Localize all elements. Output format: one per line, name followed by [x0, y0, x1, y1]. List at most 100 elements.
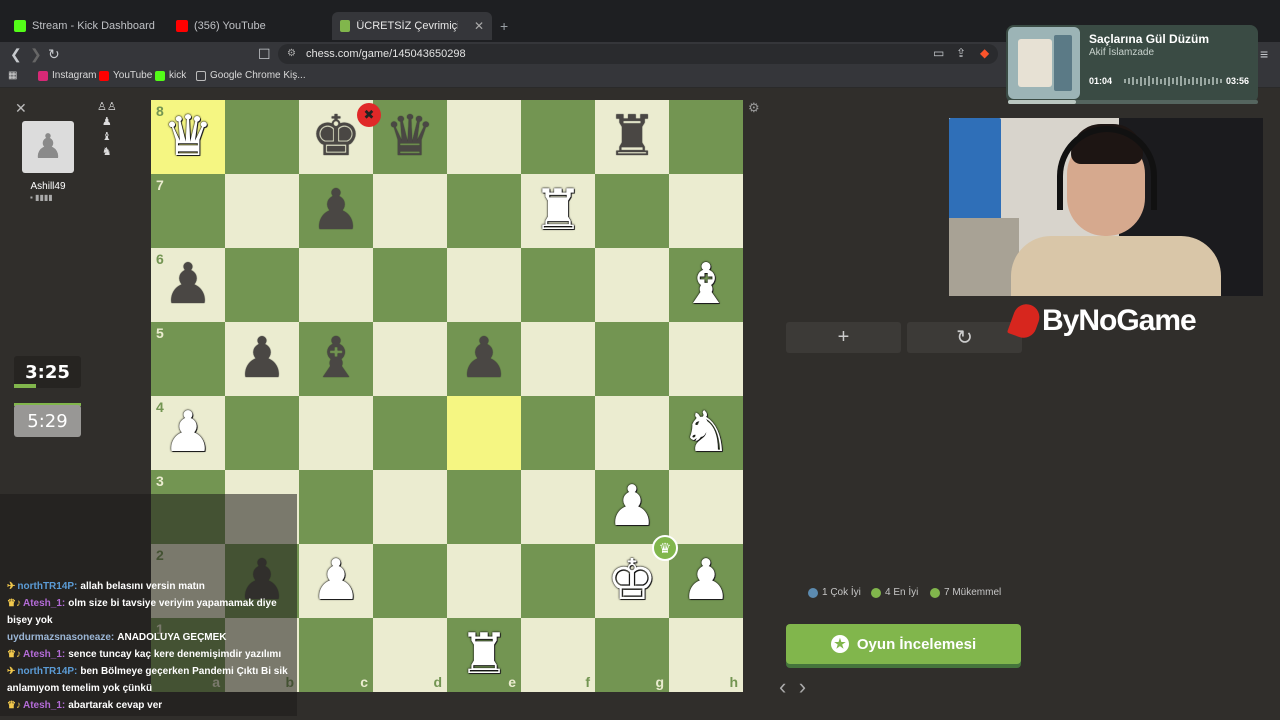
piece-h2[interactable]: ♟ [681, 553, 731, 609]
square-g4[interactable] [595, 396, 669, 470]
share-icon[interactable]: ⇪ [956, 46, 966, 60]
bookmark-folder[interactable]: Google Chrome Kiş... [196, 70, 306, 81]
square-e5[interactable]: ♟ [447, 322, 521, 396]
screen-icon[interactable]: ▭ [933, 46, 944, 60]
square-f6[interactable] [521, 248, 595, 322]
square-e3[interactable] [447, 470, 521, 544]
square-d6[interactable] [373, 248, 447, 322]
piece-a4[interactable]: ♟ [163, 405, 213, 461]
square-d1[interactable]: d [373, 618, 447, 692]
square-d3[interactable] [373, 470, 447, 544]
square-c5[interactable]: ♝ [299, 322, 373, 396]
next-move-icon[interactable]: › [799, 674, 806, 699]
square-a5[interactable]: 5 [151, 322, 225, 396]
players-icon[interactable]: ♙♙ [97, 100, 117, 115]
square-d2[interactable] [373, 544, 447, 618]
square-d8[interactable]: ♛ [373, 100, 447, 174]
square-f1[interactable]: f [521, 618, 595, 692]
square-d7[interactable] [373, 174, 447, 248]
apps-icon[interactable]: ▦ [8, 70, 17, 81]
square-f8[interactable] [521, 100, 595, 174]
square-a4[interactable]: 4 ♟ [151, 396, 225, 470]
pawn-icon[interactable]: ♟ [97, 115, 117, 130]
reload-icon[interactable]: ↻ [48, 46, 60, 63]
board-settings-icon[interactable]: ⚙ [748, 100, 760, 116]
square-g7[interactable] [595, 174, 669, 248]
knight-icon[interactable]: ♞ [97, 145, 117, 160]
square-g5[interactable] [595, 322, 669, 396]
new-game-button[interactable]: + [786, 322, 901, 353]
rematch-button[interactable]: ↻ [907, 322, 1022, 353]
square-g1[interactable]: g [595, 618, 669, 692]
menu-icon[interactable]: ≡ [1260, 46, 1268, 62]
square-b8[interactable] [225, 100, 299, 174]
square-e2[interactable] [447, 544, 521, 618]
square-d4[interactable] [373, 396, 447, 470]
piece-e1[interactable]: ♜ [459, 627, 509, 683]
chat-username[interactable]: Atesh_1: [23, 598, 65, 609]
square-c4[interactable] [299, 396, 373, 470]
square-f4[interactable] [521, 396, 595, 470]
piece-c2[interactable]: ♟ [311, 553, 361, 609]
square-f5[interactable] [521, 322, 595, 396]
piece-a8[interactable]: ♛ [163, 109, 213, 165]
square-a7[interactable]: 7 [151, 174, 225, 248]
piece-h6[interactable]: ♝ [681, 257, 731, 313]
bookmark-icon[interactable]: ☐ [258, 46, 271, 63]
square-h6[interactable]: ♝ [669, 248, 743, 322]
chat-username[interactable]: northTR14P: [17, 666, 77, 677]
square-g8[interactable]: ♜ [595, 100, 669, 174]
bookmark-youtube[interactable]: YouTube [99, 70, 152, 81]
chat-username[interactable]: Atesh_1: [23, 700, 65, 711]
forward-icon[interactable]: ❯ [30, 46, 42, 63]
square-c6[interactable] [299, 248, 373, 322]
url-field[interactable]: ⚙ chess.com/game/145043650298 [278, 44, 998, 64]
square-e6[interactable] [447, 248, 521, 322]
chat-username[interactable]: northTR14P: [17, 581, 77, 592]
square-f7[interactable]: ♜ [521, 174, 595, 248]
piece-g3[interactable]: ♟ [607, 479, 657, 535]
tab-chess[interactable]: ÜCRETSİZ Çevrimiçi Satranç Oyn ✕ [332, 12, 492, 40]
square-b5[interactable]: ♟ [225, 322, 299, 396]
piece-f7[interactable]: ♜ [533, 183, 583, 239]
tab-kick-dashboard[interactable]: Stream - Kick Dashboard [6, 14, 163, 38]
square-c2[interactable]: ♟ [299, 544, 373, 618]
square-h3[interactable] [669, 470, 743, 544]
square-c1[interactable]: c [299, 618, 373, 692]
prev-move-icon[interactable]: ‹ [779, 674, 786, 699]
game-review-button[interactable]: ★ Oyun İncelemesi [786, 624, 1021, 664]
square-a6[interactable]: 6 ♟ [151, 248, 225, 322]
square-a8[interactable]: 8 ♛ [151, 100, 225, 174]
square-g6[interactable] [595, 248, 669, 322]
piece-g2[interactable]: ♚ [607, 553, 657, 609]
piece-d8[interactable]: ♛ [385, 109, 435, 165]
square-e8[interactable] [447, 100, 521, 174]
opponent-avatar[interactable]: ♟ [22, 121, 74, 173]
piece-e5[interactable]: ♟ [459, 331, 509, 387]
square-b6[interactable] [225, 248, 299, 322]
site-info-icon[interactable]: ⚙ [287, 44, 296, 64]
square-c3[interactable] [299, 470, 373, 544]
back-icon[interactable]: ❮ [10, 46, 22, 63]
square-g3[interactable]: ♟ [595, 470, 669, 544]
chat-username[interactable]: uydurmazsnasoneaze: [7, 632, 114, 643]
piece-c7[interactable]: ♟ [311, 183, 361, 239]
square-h8[interactable] [669, 100, 743, 174]
square-h2[interactable]: ♟ [669, 544, 743, 618]
piece-c5[interactable]: ♝ [311, 331, 361, 387]
square-h4[interactable]: ♞ [669, 396, 743, 470]
bishop-icon[interactable]: ♝ [97, 130, 117, 145]
close-tab-icon[interactable]: ✕ [474, 19, 484, 33]
bookmark-kick[interactable]: kick [155, 70, 186, 81]
square-e7[interactable] [447, 174, 521, 248]
piece-b5[interactable]: ♟ [237, 331, 287, 387]
square-h1[interactable]: h [669, 618, 743, 692]
square-h5[interactable] [669, 322, 743, 396]
close-icon[interactable]: ✕ [15, 100, 27, 117]
opponent-name[interactable]: Ashill49 [18, 181, 78, 192]
square-d5[interactable] [373, 322, 447, 396]
square-b4[interactable] [225, 396, 299, 470]
square-f3[interactable] [521, 470, 595, 544]
piece-h4[interactable]: ♞ [681, 405, 731, 461]
piece-c8[interactable]: ♚ [311, 109, 361, 165]
